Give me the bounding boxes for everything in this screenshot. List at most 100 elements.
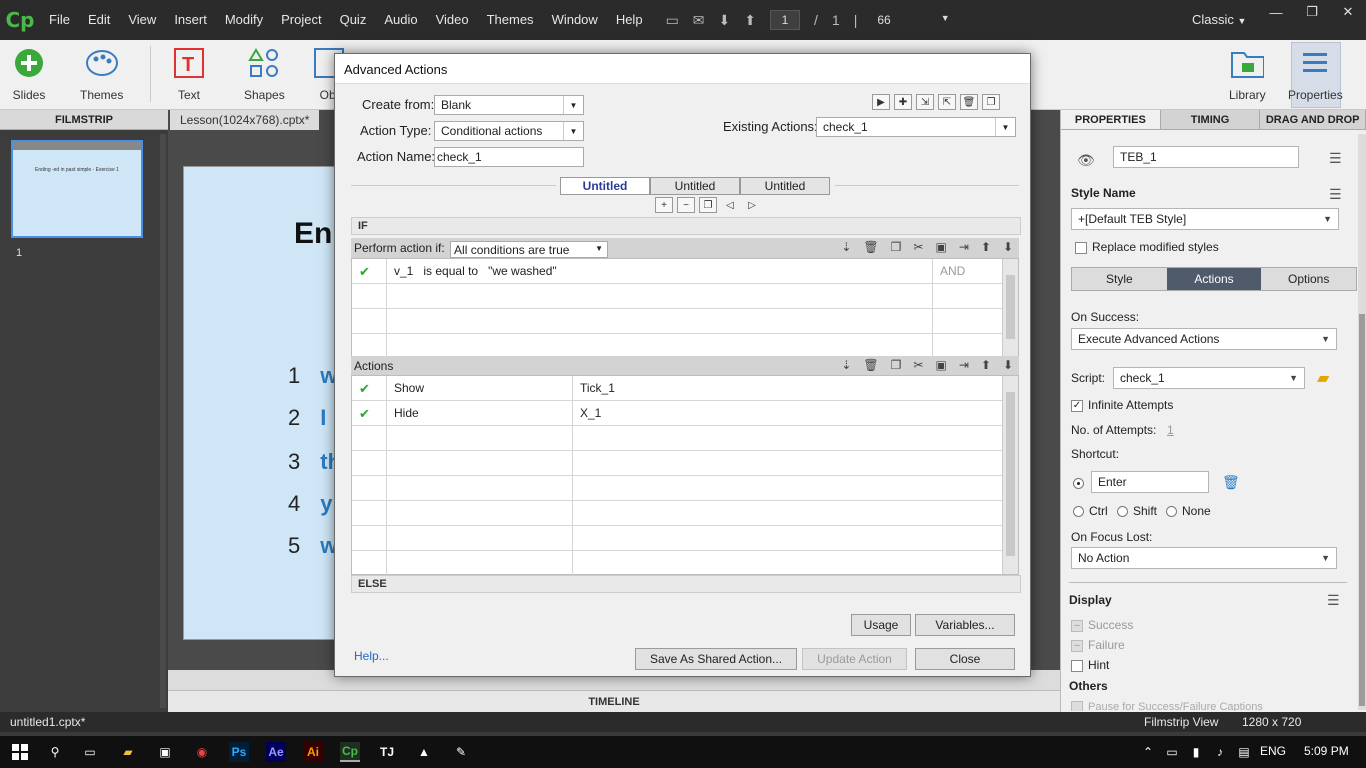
failure-checkbox[interactable]: – Failure: [1071, 638, 1125, 652]
slide-thumbnail[interactable]: Ending -ed in past simple - Exercise 1: [11, 140, 143, 238]
captivate-taskbar-icon[interactable]: Cp: [340, 742, 360, 762]
action-row[interactable]: [352, 426, 1004, 451]
photos-icon[interactable]: ▲: [414, 742, 434, 762]
themes-button[interactable]: Themes: [80, 46, 123, 102]
existing-actions-select[interactable]: check_1 ▼: [816, 117, 1016, 137]
move-up-icon[interactable]: ⬆: [981, 240, 991, 254]
subtab-options[interactable]: Options: [1261, 268, 1356, 290]
decision-tab[interactable]: Untitled: [740, 177, 830, 195]
variables-button[interactable]: Variables...: [915, 614, 1015, 636]
paint-icon[interactable]: ✎: [451, 742, 471, 762]
copy-decision-icon[interactable]: ❐: [699, 197, 717, 213]
text-button[interactable]: T Text: [172, 46, 206, 102]
copy-row-icon[interactable]: ❐: [891, 240, 902, 254]
store-icon[interactable]: ▣: [155, 742, 175, 762]
cut-row-icon[interactable]: ✂: [913, 240, 923, 254]
network-icon[interactable]: ▭: [1162, 742, 1182, 762]
help-link[interactable]: Help...: [354, 649, 389, 663]
object-name-input[interactable]: TEB_1: [1113, 146, 1299, 168]
photoshop-icon[interactable]: Ps: [229, 742, 249, 762]
menu-quiz[interactable]: Quiz: [331, 0, 376, 40]
style-name-select[interactable]: +[Default TEB Style] ▼: [1071, 208, 1339, 230]
mail-icon[interactable]: ✉: [693, 12, 705, 29]
volume-icon[interactable]: ♪: [1210, 742, 1230, 762]
delete-row-icon[interactable]: 🗑: [863, 358, 878, 372]
condition-row[interactable]: [352, 309, 1004, 334]
menu-file[interactable]: File: [40, 0, 79, 40]
search-icon[interactable]: ⚲: [45, 742, 65, 762]
minimize-icon[interactable]: —: [1258, 0, 1294, 24]
condition-row[interactable]: [352, 284, 1004, 309]
chevron-up-icon[interactable]: ⌃: [1138, 742, 1158, 762]
import-icon[interactable]: ⇲: [916, 94, 934, 110]
action-target[interactable]: Tick_1: [573, 376, 1004, 400]
none-radio[interactable]: None: [1166, 504, 1211, 518]
filmstrip-scrollbar[interactable]: [160, 134, 166, 708]
remove-decision-icon[interactable]: −: [677, 197, 695, 213]
shapes-button[interactable]: Shapes: [244, 46, 285, 102]
menu-video[interactable]: Video: [427, 0, 478, 40]
action-row[interactable]: [352, 476, 1004, 501]
properties-scrollbar[interactable]: [1358, 134, 1366, 710]
prev-decision-icon[interactable]: ◁: [721, 197, 739, 213]
preview-icon[interactable]: ▶: [872, 94, 890, 110]
folder-icon[interactable]: ▰: [1317, 368, 1329, 388]
action-type-select[interactable]: Conditional actions ▼: [434, 121, 584, 141]
copy-row-icon[interactable]: ❐: [891, 358, 902, 372]
zoom-select[interactable]: 66 ▼: [871, 13, 951, 27]
menu-audio[interactable]: Audio: [375, 0, 426, 40]
arrow-up-icon[interactable]: ⬆: [744, 12, 756, 29]
move-down-icon[interactable]: ⬇: [1003, 240, 1013, 254]
replace-styles-checkbox[interactable]: Replace modified styles: [1075, 240, 1219, 254]
action-name-input[interactable]: check_1: [434, 147, 584, 167]
export-icon[interactable]: ⇱: [938, 94, 956, 110]
condition-join[interactable]: AND: [933, 259, 1004, 283]
file-explorer-icon[interactable]: ▰: [118, 742, 138, 762]
condition-row[interactable]: ✔ v_1 is equal to "we washed" AND: [352, 259, 1004, 284]
delete-row-icon[interactable]: 🗑: [863, 240, 878, 254]
duplicate-action-icon[interactable]: ❐: [982, 94, 1000, 110]
create-from-select[interactable]: Blank ▼: [434, 95, 584, 115]
add-decision-icon[interactable]: +: [655, 197, 673, 213]
insert-below-icon[interactable]: ⇥: [959, 358, 969, 372]
infinite-attempts-checkbox[interactable]: ✓ Infinite Attempts: [1071, 398, 1173, 412]
language-indicator[interactable]: ENG: [1260, 744, 1286, 758]
attempts-value[interactable]: 1: [1167, 423, 1174, 437]
action-row[interactable]: ✔ Hide X_1: [352, 401, 1004, 426]
update-action-button[interactable]: Update Action: [802, 648, 907, 670]
action-row[interactable]: [352, 451, 1004, 476]
windows-start-icon[interactable]: [10, 742, 30, 762]
menu-help[interactable]: Help: [607, 0, 652, 40]
panel-menu-icon[interactable]: ☰: [1329, 150, 1342, 167]
trash-icon[interactable]: 🗑: [1222, 474, 1240, 491]
action-command[interactable]: Show: [387, 376, 573, 400]
illustrator-icon[interactable]: Ai: [303, 742, 323, 762]
save-shared-action-button[interactable]: Save As Shared Action...: [635, 648, 797, 670]
timeline-header[interactable]: TIMELINE: [168, 690, 1060, 712]
menu-modify[interactable]: Modify: [216, 0, 272, 40]
paste-row-icon[interactable]: ▣: [935, 240, 946, 254]
add-action-icon[interactable]: ✚: [894, 94, 912, 110]
task-view-icon[interactable]: ▭: [80, 742, 100, 762]
maximize-icon[interactable]: ❐: [1294, 0, 1330, 24]
visibility-eye-icon[interactable]: 👁: [1077, 152, 1095, 169]
condition-expression[interactable]: v_1 is equal to "we washed": [387, 259, 933, 283]
decision-tab[interactable]: Untitled: [560, 177, 650, 195]
slides-button[interactable]: Slides: [12, 46, 46, 102]
action-row[interactable]: [352, 501, 1004, 526]
shortcut-input[interactable]: Enter: [1091, 471, 1209, 493]
insert-row-icon[interactable]: ⇣: [841, 358, 851, 372]
document-tab[interactable]: Lesson(1024x768).cptx*: [170, 110, 320, 130]
workspace-mode[interactable]: Classic ▼: [1192, 0, 1246, 41]
clock[interactable]: 5:09 PM: [1304, 744, 1349, 758]
move-up-icon[interactable]: ⬆: [981, 358, 991, 372]
insert-below-icon[interactable]: ⇥: [959, 240, 969, 254]
script-select[interactable]: check_1 ▼: [1113, 367, 1305, 389]
battery-icon[interactable]: ▮: [1186, 742, 1206, 762]
page-current-input[interactable]: 1: [770, 10, 800, 30]
notifications-icon[interactable]: ▤: [1234, 742, 1254, 762]
menu-themes[interactable]: Themes: [478, 0, 543, 40]
subtab-style[interactable]: Style: [1072, 268, 1167, 290]
success-checkbox[interactable]: – Success: [1071, 618, 1133, 632]
chrome-icon[interactable]: ◉: [192, 742, 212, 762]
